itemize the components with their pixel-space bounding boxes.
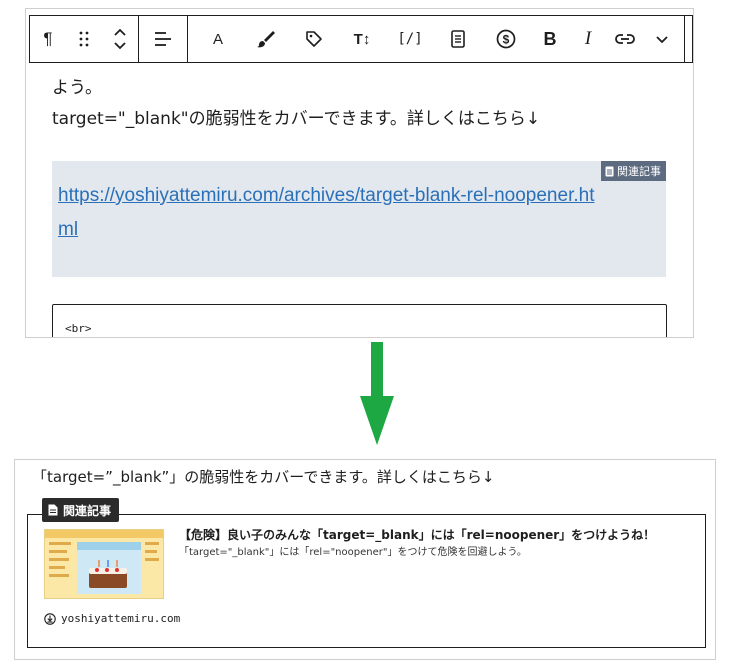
document-icon [451,30,465,48]
toolbar-group-block: ¶ [30,16,139,62]
preview-panel: 「target=”_blank”」の脆弱性をカバーできます。詳しくはこちら↓ 【… [14,459,716,660]
blog-card-description: 「target="_blank"」には「rel="noopener"」をつけて危… [179,547,527,558]
editor-text-line[interactable]: よう。 [52,73,102,98]
document-icon [605,166,614,176]
inline-code-button[interactable]: [/] [386,16,434,62]
related-article-block[interactable]: 関連記事 https://yoshiyattemiru.com/archives… [52,161,666,277]
document-icon [48,504,58,516]
chevron-down-icon [656,36,668,44]
code-icon: [/] [397,31,423,47]
document-button[interactable] [434,16,482,62]
editor-text-line[interactable]: target="_blank"の脆弱性をカバーできます。詳しくはこちら↓ [52,104,540,129]
blog-card-badge-label: 関連記事 [63,503,112,518]
tag-icon [306,31,322,47]
more-options-button[interactable] [644,16,680,62]
tag-button[interactable] [290,16,338,62]
drag-icon [79,31,89,47]
bold-button[interactable]: B [530,16,570,62]
brush-icon [257,31,275,48]
bold-icon: B [543,28,557,49]
toolbar-group-format: A T↕ [/] $ B I [188,16,685,62]
link-button[interactable] [606,16,644,62]
related-article-badge: 関連記事 [601,161,666,181]
blog-card-site: yoshiyattemiru.com [44,612,180,625]
toolbar-group-align [139,16,188,62]
html-code-block[interactable]: <br> [52,304,667,337]
font-size-button[interactable]: T↕ [338,16,386,62]
svg-text:$: $ [503,33,510,47]
link-icon [615,34,635,44]
move-button[interactable] [102,16,138,62]
download-icon [44,612,56,625]
blog-card-thumbnail[interactable] [44,529,164,599]
dollar-icon: $ [496,29,516,49]
blog-card[interactable]: 【危険】良い子のみんな「target=_blank」には「rel=noopene… [27,514,706,648]
currency-button[interactable]: $ [482,16,530,62]
html-code-text[interactable]: <br> [65,322,92,335]
highlight-button[interactable] [242,16,290,62]
italic-button[interactable]: I [570,16,606,62]
cake-image [45,530,163,598]
down-arrow-icon [360,342,394,445]
blog-card-site-label: yoshiyattemiru.com [61,612,181,625]
related-article-link[interactable]: https://yoshiyattemiru.com/archives/targ… [58,179,598,247]
text-color-icon: A [212,30,223,48]
block-toolbar: ¶ A T↕ [/] $ B I [29,15,693,63]
drag-handle[interactable] [66,16,102,62]
preview-text: 「target=”_blank”」の脆弱性をカバーできます。詳しくはこちら↓ [32,468,495,486]
paragraph-button[interactable]: ¶ [30,16,66,62]
text-color-button[interactable]: A [194,16,242,62]
paragraph-icon: ¶ [43,29,53,48]
move-up-down-icon [114,28,126,50]
align-icon [155,32,171,46]
align-button[interactable] [139,16,187,62]
italic-icon: I [584,28,592,49]
font-size-icon: T↕ [353,30,371,48]
blog-card-title[interactable]: 【危険】良い子のみんな「target=_blank」には「rel=noopene… [179,526,655,543]
editor-panel: ¶ A T↕ [/] $ B I よう。 target="_blank"の脆弱性… [25,8,694,338]
related-article-badge-label: 関連記事 [617,165,661,178]
blog-card-badge: 関連記事 [42,498,120,522]
